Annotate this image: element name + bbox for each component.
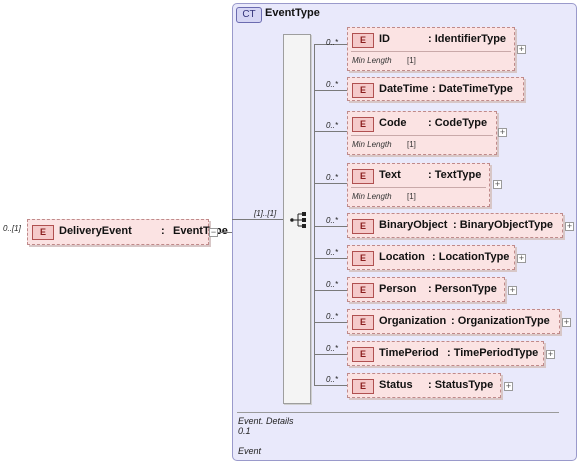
collapse-toggle[interactable]: −: [209, 228, 218, 237]
facet-divider: [351, 187, 486, 188]
expand-toggle[interactable]: +: [504, 382, 513, 391]
element-badge: E: [352, 219, 374, 234]
element-type: : StatusType: [428, 379, 494, 391]
element-name: Text: [379, 169, 401, 181]
element-type-sep: :: [161, 225, 165, 237]
child-cardinality: 0..*: [326, 173, 339, 182]
complex-type-title: EventType: [265, 7, 320, 19]
element-text[interactable]: E Text : TextType Min Length [1]: [347, 163, 490, 207]
child-cardinality: 0..*: [326, 248, 339, 257]
element-type: : DateTimeType: [432, 83, 513, 95]
element-badge: E: [352, 315, 374, 330]
info-name: Event. Details: [238, 416, 294, 426]
connector: [314, 385, 347, 386]
sequence-compositor[interactable]: [283, 34, 311, 404]
info-divider: [237, 412, 559, 413]
element-type: : CodeType: [428, 117, 488, 129]
element-name: Status: [379, 379, 413, 391]
element-type: : OrganizationType: [451, 315, 550, 327]
element-person[interactable]: E Person : PersonType: [347, 277, 505, 302]
child-cardinality: 0..*: [326, 216, 339, 225]
child-cardinality: 0..*: [326, 80, 339, 89]
facet-label: Min Length: [352, 140, 392, 149]
complex-type-badge: CT: [236, 7, 262, 23]
connector: [314, 354, 347, 355]
sequence-cardinality: [1]..[1]: [254, 209, 277, 218]
element-type: : TimePeriodType: [447, 347, 539, 359]
facet-label: Min Length: [352, 192, 392, 201]
element-badge: E: [352, 117, 374, 132]
branch-line: [314, 44, 315, 385]
element-name: TimePeriod: [379, 347, 439, 359]
child-cardinality: 0..*: [326, 344, 339, 353]
expand-toggle[interactable]: +: [562, 318, 571, 327]
expand-toggle[interactable]: +: [565, 222, 574, 231]
facet-value: [1]: [407, 192, 416, 201]
element-badge: E: [32, 225, 54, 240]
connector: [314, 90, 347, 91]
element-name: Organization: [379, 315, 447, 327]
element-code[interactable]: E Code : CodeType Min Length [1]: [347, 111, 497, 155]
connector: [314, 226, 347, 227]
element-badge: E: [352, 251, 374, 266]
child-cardinality: 0..*: [326, 121, 339, 130]
element-badge: E: [352, 283, 374, 298]
child-cardinality: 0..*: [326, 375, 339, 384]
facet-divider: [351, 51, 511, 52]
expand-toggle[interactable]: +: [493, 180, 502, 189]
element-name: ID: [379, 33, 390, 45]
connector: [314, 322, 347, 323]
element-timeperiod[interactable]: E TimePeriod : TimePeriodType: [347, 341, 544, 366]
element-badge: E: [352, 33, 374, 48]
element-type: : TextType: [428, 169, 482, 181]
child-cardinality: 0..*: [326, 38, 339, 47]
facet-divider: [351, 135, 493, 136]
element-type: : LocationType: [432, 251, 510, 263]
expand-toggle[interactable]: +: [508, 286, 517, 295]
child-cardinality: 0..*: [326, 280, 339, 289]
element-name: Person: [379, 283, 417, 295]
element-type: : BinaryObjectType: [453, 219, 554, 231]
element-name: DateTime: [379, 83, 429, 95]
element-badge: E: [352, 83, 374, 98]
element-status[interactable]: E Status : StatusType: [347, 373, 501, 398]
facet-label: Min Length: [352, 56, 392, 65]
element-name: Location: [379, 251, 425, 263]
element-type: : IdentifierType: [428, 33, 507, 45]
connector: [314, 290, 347, 291]
root-element-deliveryevent[interactable]: E DeliveryEvent : EventType: [27, 219, 228, 245]
sequence-icon: [290, 212, 306, 228]
connector: [314, 258, 347, 259]
element-organization[interactable]: E Organization : OrganizationType: [347, 309, 560, 334]
element-badge: E: [352, 379, 374, 394]
expand-toggle[interactable]: +: [517, 45, 526, 54]
child-cardinality: 0..*: [326, 312, 339, 321]
root-cardinality: 0..[1]: [3, 224, 21, 233]
expand-toggle[interactable]: +: [498, 128, 507, 137]
expand-toggle[interactable]: +: [546, 350, 555, 359]
element-id[interactable]: E ID : IdentifierType Min Length [1]: [347, 27, 515, 71]
element-type: EventType: [173, 225, 228, 237]
info-term: Event: [238, 446, 262, 456]
element-name: Code: [379, 117, 407, 129]
element-location[interactable]: E Location : LocationType: [347, 245, 515, 270]
element-badge: E: [352, 347, 374, 362]
expand-toggle[interactable]: +: [517, 254, 526, 263]
element-binaryobject[interactable]: E BinaryObject : BinaryObjectType: [347, 213, 563, 238]
facet-value: [1]: [407, 56, 416, 65]
connector: [232, 219, 283, 220]
element-name: DeliveryEvent: [59, 225, 132, 237]
facet-value: [1]: [407, 140, 416, 149]
element-datetime[interactable]: E DateTime : DateTimeType: [347, 77, 524, 101]
connector: [218, 232, 232, 233]
connector: [314, 131, 347, 132]
info-version: 0.1: [238, 426, 251, 436]
element-badge: E: [352, 169, 374, 184]
element-type: : PersonType: [428, 283, 497, 295]
connector: [314, 183, 347, 184]
element-name: BinaryObject: [379, 219, 448, 231]
